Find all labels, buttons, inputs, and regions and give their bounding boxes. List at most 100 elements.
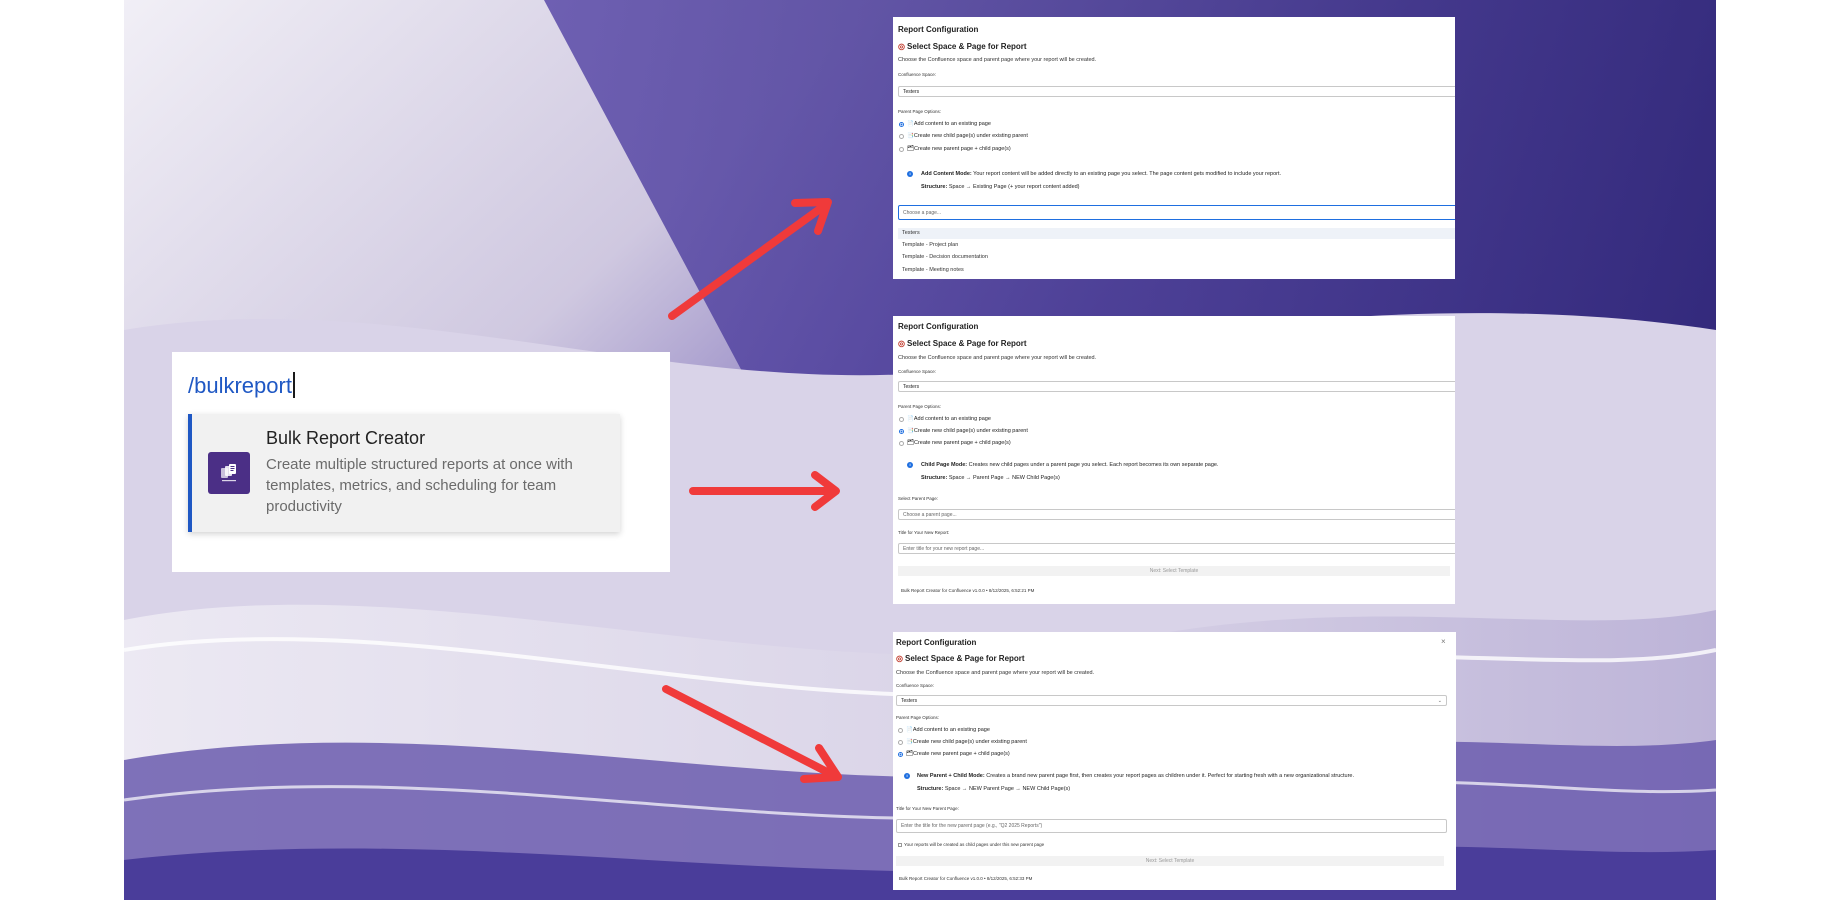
radio-button[interactable] — [899, 146, 904, 152]
command-suggestion-item[interactable]: Bulk Report Creator Create multiple stru… — [188, 414, 620, 532]
dropdown-item[interactable]: Testers — [898, 228, 1455, 239]
radio-button[interactable] — [898, 739, 903, 745]
report-title-input[interactable]: Enter title for your new report page... — [898, 543, 1455, 554]
space-select-value: Testers — [901, 698, 918, 704]
structure-text: Space → NEW Parent Page → NEW Child Page… — [944, 786, 1071, 792]
panel-subtitle: ◎ Select Space & Page for Report — [898, 339, 1027, 348]
radio-button[interactable] — [899, 133, 904, 139]
radio-button[interactable] — [899, 440, 904, 446]
space-label: Confluence Space: — [898, 72, 937, 77]
info-icon: i — [907, 462, 913, 468]
folder-icon: 🗂 — [906, 751, 913, 757]
page-search-input[interactable]: Choose a page... — [898, 205, 1455, 220]
slash-command-text: /bulkreport — [188, 373, 292, 398]
parent-page-label: Select Parent Page: — [898, 496, 939, 501]
config-panel-child-page: Report Configuration ◎ Select Space & Pag… — [893, 316, 1455, 604]
parent-page-select[interactable]: Choose a parent page... — [898, 509, 1455, 520]
radio-button[interactable] — [898, 751, 903, 757]
mode-label: Child Page Mode: — [921, 462, 968, 468]
option-label: Create new parent page + child page(s) — [912, 751, 1010, 757]
mode-description: New Parent + Child Mode: Creates a brand… — [917, 773, 1354, 779]
child-page-icon: 📑 — [906, 739, 913, 745]
panel-footer: Bulk Report Creator for Confluence v1.0.… — [901, 588, 1035, 593]
slash-command-input[interactable]: /bulkreport — [188, 372, 295, 399]
radio-button[interactable] — [899, 121, 904, 127]
option-label: Add content to an existing page — [913, 416, 991, 422]
options-label: Parent Page Options: — [898, 404, 942, 409]
structure-text: Space → Parent Page → NEW Child Page(s) — [948, 475, 1060, 481]
panel-title: Report Configuration — [896, 638, 977, 647]
close-icon[interactable]: × — [1441, 637, 1446, 646]
options-label: Parent Page Options: — [896, 715, 940, 720]
option-add-content[interactable]: 📄 Add content to an existing page — [899, 416, 991, 422]
option-label: Create new child page(s) under existing … — [913, 133, 1028, 139]
page-icon: 📄 — [907, 416, 914, 422]
checkbox[interactable] — [898, 842, 902, 847]
structure-label: Structure: — [921, 475, 948, 481]
mode-description: Add Content Mode: Your report content wi… — [921, 171, 1281, 177]
option-label: Create new child page(s) under existing … — [913, 428, 1028, 434]
panel-subtitle-text: Select Space & Page for Report — [906, 42, 1027, 51]
mode-label: New Parent + Child Mode: — [917, 773, 985, 779]
radio-button[interactable] — [899, 428, 904, 434]
mode-text: Creates a brand new parent page first, t… — [986, 773, 1355, 779]
child-page-icon: 📑 — [907, 133, 914, 139]
panel-title: Report Configuration — [898, 25, 979, 34]
space-label: Confluence Space: — [898, 369, 937, 374]
folder-icon: 🗂 — [907, 146, 914, 152]
space-select[interactable]: Testers ⌄ — [896, 695, 1447, 706]
structure-label: Structure: — [921, 184, 948, 190]
parent-title-label: Title for Your New Parent Page: — [896, 806, 959, 811]
panel-description: Choose the Confluence space and parent p… — [898, 355, 1097, 361]
options-label: Parent Page Options: — [898, 109, 942, 114]
panel-subtitle: ◎ Select Space & Page for Report — [896, 654, 1025, 663]
space-select-value: Testers — [903, 89, 920, 95]
info-icon: i — [907, 171, 913, 177]
target-icon: ◎ — [898, 339, 905, 348]
option-new-parent[interactable]: 🗂 Create new parent page + child page(s) — [899, 146, 1011, 152]
bulk-report-app-icon — [208, 452, 250, 494]
option-label: Add content to an existing page — [913, 121, 991, 127]
panel-subtitle-text: Select Space & Page for Report — [906, 339, 1027, 348]
option-add-content[interactable]: 📄 Add content to an existing page — [899, 121, 991, 127]
space-label: Confluence Space: — [896, 683, 935, 688]
chevron-down-icon: ⌄ — [1437, 698, 1442, 704]
panel-description: Choose the Confluence space and parent p… — [896, 670, 1095, 676]
info-icon: i — [904, 773, 910, 779]
target-icon: ◎ — [898, 42, 905, 51]
option-child-page[interactable]: 📑 Create new child page(s) under existing… — [899, 428, 1028, 434]
structure-description: Structure: Space → NEW Parent Page → NEW… — [917, 786, 1070, 792]
option-child-page[interactable]: 📑 Create new child page(s) under existing… — [898, 739, 1027, 745]
option-new-parent[interactable]: 🗂 Create new parent page + child page(s) — [898, 751, 1010, 757]
panel-description: Choose the Confluence space and parent p… — [898, 57, 1097, 63]
radio-button[interactable] — [898, 727, 903, 733]
option-add-content[interactable]: 📄 Add content to an existing page — [898, 727, 990, 733]
parent-title-input[interactable]: Enter the title for the new parent page … — [896, 819, 1447, 833]
structure-description: Structure: Space → Parent Page → NEW Chi… — [921, 475, 1060, 481]
next-select-template-button[interactable]: Next: Select Template — [896, 856, 1444, 866]
report-stack-icon — [221, 464, 236, 482]
option-new-parent[interactable]: 🗂 Create new parent page + child page(s) — [899, 440, 1011, 446]
option-label: Create new parent page + child page(s) — [913, 440, 1011, 446]
option-child-page[interactable]: 📑 Create new child page(s) under existing… — [899, 133, 1028, 139]
space-select-value: Testers — [903, 384, 920, 390]
dropdown-item[interactable]: Template - Project plan — [898, 240, 1455, 251]
target-icon: ◎ — [896, 654, 903, 663]
next-select-template-button[interactable]: Next: Select Template — [898, 566, 1450, 576]
radio-button[interactable] — [899, 416, 904, 422]
page-icon: 📄 — [906, 727, 913, 733]
mode-label: Add Content Mode: — [921, 171, 972, 177]
dropdown-item[interactable]: Template - Meeting notes — [898, 265, 1455, 276]
config-panel-new-parent: Report Configuration × ◎ Select Space & P… — [893, 632, 1456, 890]
space-select[interactable]: Testers — [898, 381, 1455, 392]
panel-subtitle: ◎ Select Space & Page for Report — [898, 42, 1027, 51]
option-label: Create new parent page + child page(s) — [913, 146, 1011, 152]
dropdown-item[interactable]: Template - Decision documentation — [898, 252, 1455, 263]
slash-command-card: /bulkreport Bulk Report Creator Create m… — [172, 352, 670, 572]
page-icon: 📄 — [907, 121, 914, 127]
panel-subtitle-text: Select Space & Page for Report — [904, 654, 1025, 663]
report-title-label: Title for Your New Report: — [898, 530, 950, 535]
space-select[interactable]: Testers — [898, 86, 1455, 97]
config-panel-add-content: Report Configuration ◎ Select Space & Pag… — [893, 17, 1455, 279]
mode-text: Your report content will be added direct… — [973, 171, 1282, 177]
